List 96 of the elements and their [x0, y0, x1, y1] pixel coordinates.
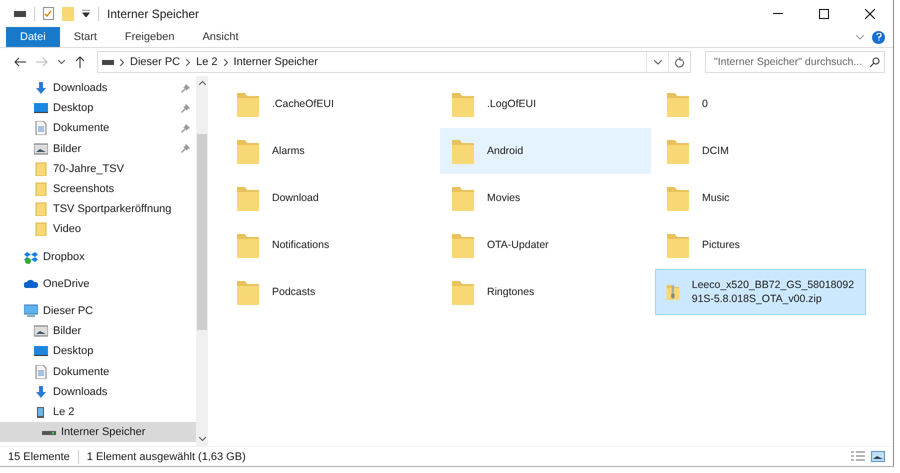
sidebar-item[interactable]: Desktop — [0, 341, 196, 362]
folder-icon — [666, 231, 690, 259]
folder-icon — [451, 231, 475, 259]
document-icon — [34, 364, 48, 379]
selection-info: 1 Element ausgewählt (1,63 GB) — [86, 450, 246, 462]
sidebar-item[interactable]: Bilder — [0, 321, 196, 342]
folder-icon — [236, 278, 260, 306]
sidebar-item[interactable]: Video — [0, 219, 196, 240]
sidebar-item[interactable]: Dokumente — [0, 118, 196, 139]
pin-icon — [181, 84, 190, 93]
breadcrumb[interactable]: Interner Speicher — [234, 56, 318, 68]
down-arrow-icon — [34, 81, 48, 96]
checklist-icon[interactable] — [43, 7, 54, 20]
folder-icon — [451, 184, 475, 212]
sidebar-item[interactable]: Dropbox — [0, 246, 196, 267]
sidebar-item[interactable]: Dokumente — [0, 361, 196, 382]
breadcrumb[interactable]: Le 2 — [196, 56, 218, 68]
sidebar-item[interactable]: Le 2 — [0, 402, 196, 422]
sidebar-item[interactable]: Interner Speicher — [0, 422, 196, 442]
maximize-icon — [819, 8, 829, 18]
sidebar-item[interactable]: Bilder — [0, 138, 196, 159]
file-item[interactable]: Ringtones — [440, 269, 651, 315]
chevron-right-icon — [120, 58, 124, 66]
recent-dropdown-button[interactable] — [56, 60, 67, 64]
ribbon-tab[interactable]: Datei — [6, 27, 60, 47]
item-count: 15 Elemente — [8, 450, 70, 462]
file-item[interactable]: Movies — [440, 175, 651, 221]
folder-icon — [34, 222, 48, 236]
file-item[interactable]: Pictures — [655, 222, 866, 268]
folder-icon — [236, 184, 260, 212]
pin-icon — [181, 124, 190, 133]
folder-icon — [236, 137, 260, 165]
minimize-icon — [773, 13, 783, 14]
folder-icon — [451, 90, 475, 118]
folder-icon — [34, 202, 48, 216]
folder-icon — [34, 182, 48, 196]
monitor-icon — [34, 101, 48, 116]
drive-icon — [102, 60, 114, 64]
picture-icon — [34, 324, 48, 338]
file-item[interactable]: Podcasts — [225, 269, 436, 315]
dropdown-icon[interactable] — [82, 10, 90, 17]
folder-icon — [666, 184, 690, 212]
chevron-right-icon — [186, 58, 190, 66]
back-button[interactable] — [12, 57, 28, 67]
file-item[interactable]: DCIM — [655, 128, 866, 174]
sidebar-item[interactable]: Downloads — [0, 382, 196, 402]
sidebar-item[interactable]: OneDrive — [0, 274, 196, 294]
sidebar-item[interactable]: Desktop — [0, 98, 196, 118]
search-field[interactable]: "Interner Speicher" durchsuch... — [705, 51, 885, 73]
file-item[interactable]: 0 — [655, 81, 866, 127]
down-arrow-icon — [34, 384, 48, 399]
chevron-right-icon — [224, 58, 228, 66]
up-button[interactable] — [73, 56, 87, 68]
folder-icon — [236, 231, 260, 259]
pin-icon — [181, 144, 190, 154]
scroll-up-icon[interactable] — [198, 81, 206, 85]
sidebar-item[interactable]: Screenshots — [0, 178, 196, 200]
sidebar-item[interactable]: TSV Sportparkeröffnung — [0, 199, 196, 220]
drive-icon[interactable] — [14, 10, 26, 16]
picture-icon — [34, 142, 48, 156]
scroll-down-icon[interactable] — [198, 437, 206, 441]
pin-icon — [181, 104, 190, 113]
file-item[interactable]: OTA-Updater — [440, 222, 651, 268]
folder-icon — [666, 90, 690, 118]
large-icons-view-icon[interactable] — [871, 451, 885, 462]
file-item[interactable]: .CacheOfEUI — [225, 81, 436, 127]
search-icon — [870, 57, 880, 67]
sidebar-item[interactable]: Downloads — [0, 78, 196, 98]
file-item[interactable]: Download — [225, 175, 436, 221]
file-item[interactable]: Alarms — [225, 128, 436, 174]
window-title: Interner Speicher — [107, 6, 200, 20]
dropbox-icon — [24, 250, 38, 264]
folder-icon — [451, 278, 475, 306]
scrollbar[interactable] — [196, 76, 208, 446]
help-icon[interactable] — [872, 30, 885, 44]
sidebar-item[interactable]: Dieser PC — [0, 300, 196, 322]
details-view-icon[interactable] — [851, 451, 865, 461]
breadcrumb[interactable]: Dieser PC — [130, 56, 180, 68]
monitor-icon — [34, 344, 48, 358]
file-item[interactable]: Music — [655, 175, 866, 221]
address-bar[interactable]: Dieser PC Le 2 Interner Speicher — [97, 51, 691, 73]
chevron-down-icon — [654, 60, 662, 64]
folder-icon — [34, 162, 48, 176]
refresh-icon — [674, 56, 684, 68]
folder-icon — [236, 90, 260, 118]
close-icon — [865, 8, 875, 18]
chevron-down-icon[interactable] — [856, 34, 864, 40]
file-item[interactable]: Android — [440, 128, 651, 174]
document-icon — [34, 121, 48, 136]
folder-icon — [666, 137, 690, 165]
file-item[interactable]: .LogOfEUI — [440, 81, 651, 127]
folder-icon — [451, 137, 475, 165]
sidebar-item[interactable]: 70-Jahre_TSV — [0, 158, 196, 179]
file-item[interactable]: Leeco_x520_BB72_GS_5801809291S-5.8.018S_OTA_v00.zip — [655, 269, 866, 315]
file-item[interactable]: Notifications — [225, 222, 436, 268]
computer-icon — [24, 304, 38, 318]
